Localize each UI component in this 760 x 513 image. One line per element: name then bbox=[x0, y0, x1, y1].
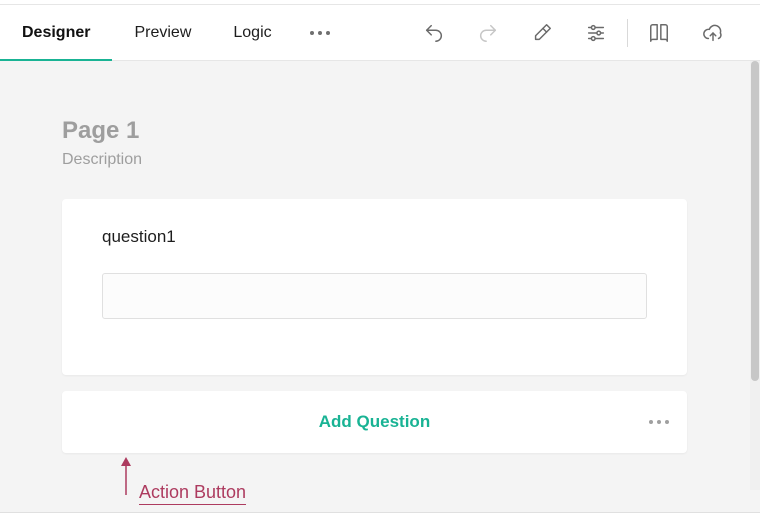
annotation-arrow bbox=[119, 457, 133, 495]
toolbar-divider bbox=[627, 19, 628, 47]
tab-logic-label: Logic bbox=[233, 24, 271, 42]
page-title[interactable]: Page 1 bbox=[62, 117, 687, 145]
scrollbar-track[interactable] bbox=[750, 61, 760, 490]
add-question-more-button[interactable] bbox=[649, 391, 669, 453]
redo-button[interactable] bbox=[461, 5, 515, 60]
tab-logic[interactable]: Logic bbox=[213, 5, 291, 60]
annotation-label: Action Button bbox=[139, 482, 246, 505]
canvas-scroll[interactable]: Page 1 Description question1 Add Questio… bbox=[0, 61, 750, 490]
page-description[interactable]: Description bbox=[62, 151, 687, 169]
add-question-button[interactable]: Add Question bbox=[62, 412, 687, 432]
tab-designer[interactable]: Designer bbox=[0, 5, 112, 60]
publish-button[interactable] bbox=[686, 5, 740, 60]
question-label[interactable]: question1 bbox=[102, 227, 647, 247]
eraser-icon bbox=[531, 22, 553, 44]
header-toolbar bbox=[407, 5, 756, 60]
more-icon bbox=[310, 31, 330, 35]
undo-button[interactable] bbox=[407, 5, 461, 60]
tab-preview[interactable]: Preview bbox=[112, 5, 213, 60]
question-card[interactable]: question1 bbox=[62, 199, 687, 375]
question-text-input[interactable] bbox=[102, 273, 647, 319]
designer-canvas: Page 1 Description question1 Add Questio… bbox=[0, 61, 760, 513]
settings-button[interactable] bbox=[569, 5, 623, 60]
book-icon bbox=[648, 22, 670, 44]
add-question-panel: Add Question bbox=[62, 391, 687, 453]
more-icon bbox=[649, 420, 669, 424]
tab-preview-label: Preview bbox=[134, 24, 191, 42]
scrollbar-thumb[interactable] bbox=[751, 61, 759, 381]
app-header: Designer Preview Logic bbox=[0, 5, 760, 61]
settings-icon bbox=[585, 22, 607, 44]
tab-designer-label: Designer bbox=[22, 24, 90, 42]
header-tabs: Designer Preview Logic bbox=[0, 5, 348, 60]
cloud-upload-icon bbox=[702, 22, 724, 44]
tabs-more-button[interactable] bbox=[292, 5, 348, 60]
redo-icon bbox=[477, 22, 499, 44]
eraser-button[interactable] bbox=[515, 5, 569, 60]
undo-icon bbox=[423, 22, 445, 44]
library-button[interactable] bbox=[632, 5, 686, 60]
